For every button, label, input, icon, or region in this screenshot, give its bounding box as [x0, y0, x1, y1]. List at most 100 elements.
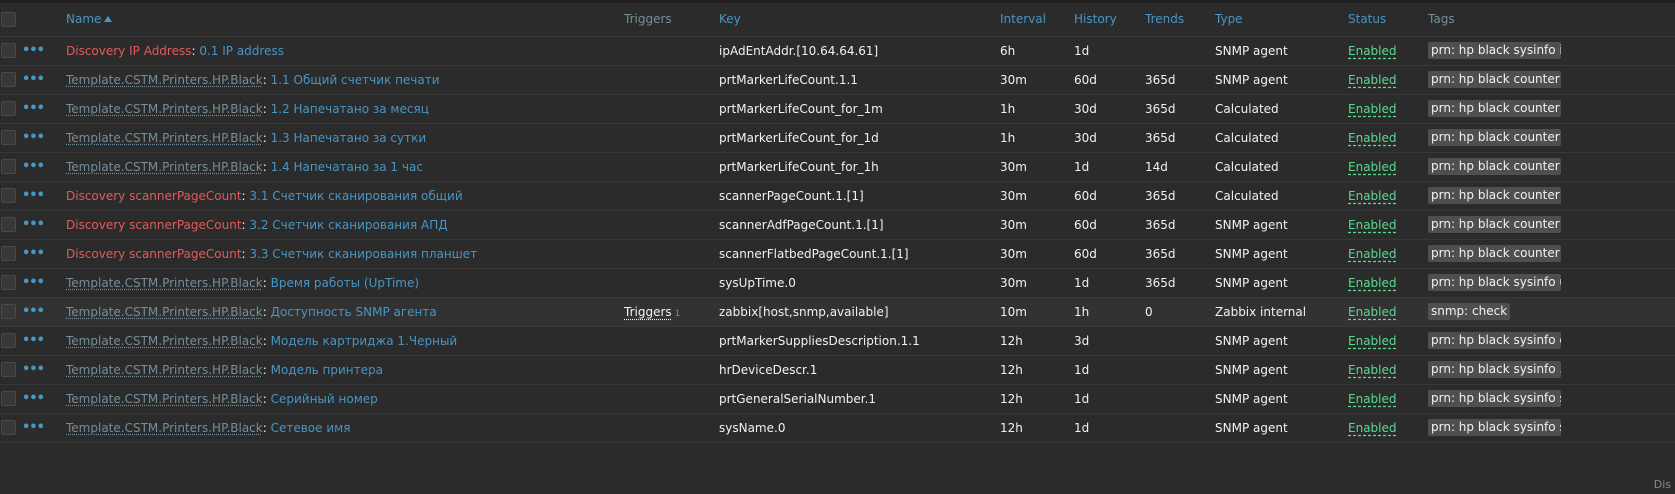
tag-badge[interactable]: prn: hp black counter [1428, 71, 1561, 88]
header-key[interactable]: Key [719, 3, 1000, 36]
table-row[interactable]: ••• Discovery scannerPageCount: 3.2 Счетч… [0, 210, 1675, 239]
table-row[interactable]: ••• Template.CSTM.Printers.HP.Black: Сери… [0, 384, 1675, 413]
row-select-cell[interactable] [0, 384, 22, 413]
tag-badge[interactable]: prn: hp black sysinfo ... [1428, 361, 1561, 378]
table-row[interactable]: ••• Template.CSTM.Printers.HP.Black: 1.4 … [0, 152, 1675, 181]
more-actions-icon[interactable]: ••• [22, 217, 45, 232]
item-name-link[interactable]: Время работы (UpTime) [271, 276, 419, 290]
tag-badge[interactable]: prn: hp black counter ... [1428, 245, 1561, 262]
status-toggle-link[interactable]: Enabled [1348, 363, 1397, 377]
table-row[interactable]: ••• Discovery scannerPageCount: 3.3 Счетч… [0, 239, 1675, 268]
row-select-cell[interactable] [0, 65, 22, 94]
item-name-link[interactable]: Доступность SNMP агента [271, 305, 437, 319]
item-name-link[interactable]: Сетевое имя [271, 421, 351, 435]
status-toggle-link[interactable]: Enabled [1348, 189, 1397, 203]
row-actions-cell[interactable]: ••• [22, 123, 66, 152]
row-select-cell[interactable] [0, 297, 22, 326]
tag-badge[interactable]: prn: hp black counter [1428, 100, 1561, 117]
row-actions-cell[interactable]: ••• [22, 94, 66, 123]
row-select-cell[interactable] [0, 152, 22, 181]
tag-badge[interactable]: prn: hp black counter ... [1428, 216, 1561, 233]
item-name-link[interactable]: 1.3 Напечатано за сутки [271, 131, 427, 145]
item-name-link[interactable]: 3.3 Счетчик сканирования планшет [249, 247, 477, 261]
row-actions-cell[interactable]: ••• [22, 181, 66, 210]
tag-badge[interactable]: prn: hp black sysinfo c... [1428, 332, 1561, 349]
more-actions-icon[interactable]: ••• [22, 362, 45, 377]
header-trends[interactable]: Trends [1145, 3, 1215, 36]
item-source-link[interactable]: Template.CSTM.Printers.HP.Black [66, 334, 263, 348]
row-actions-cell[interactable]: ••• [22, 326, 66, 355]
row-actions-cell[interactable]: ••• [22, 413, 66, 442]
row-select-cell[interactable] [0, 210, 22, 239]
more-actions-icon[interactable]: ••• [22, 101, 45, 116]
item-source-link[interactable]: Discovery IP Address [66, 44, 191, 58]
item-name-link[interactable]: 3.2 Счетчик сканирования АПД [249, 218, 447, 232]
header-select-all[interactable] [0, 3, 22, 36]
table-row[interactable]: ••• Template.CSTM.Printers.HP.Black: 1.2 … [0, 94, 1675, 123]
tag-badge[interactable]: prn: hp black sysinfo ip [1428, 42, 1561, 59]
more-actions-icon[interactable]: ••• [22, 43, 45, 58]
item-source-link[interactable]: Template.CSTM.Printers.HP.Black [66, 305, 263, 319]
row-checkbox[interactable] [1, 362, 16, 377]
row-actions-cell[interactable]: ••• [22, 384, 66, 413]
row-select-cell[interactable] [0, 123, 22, 152]
row-checkbox[interactable] [1, 188, 16, 203]
row-select-cell[interactable] [0, 326, 22, 355]
status-toggle-link[interactable]: Enabled [1348, 73, 1397, 87]
row-select-cell[interactable] [0, 268, 22, 297]
row-checkbox[interactable] [1, 275, 16, 290]
more-actions-icon[interactable]: ••• [22, 275, 45, 290]
table-row[interactable]: ••• Template.CSTM.Printers.HP.Black: Моде… [0, 355, 1675, 384]
item-name-link[interactable]: Серийный номер [271, 392, 378, 406]
item-source-link[interactable]: Template.CSTM.Printers.HP.Black [66, 276, 263, 290]
item-name-link[interactable]: 1.2 Напечатано за месяц [271, 102, 429, 116]
row-checkbox[interactable] [1, 159, 16, 174]
item-source-link[interactable]: Template.CSTM.Printers.HP.Black [66, 131, 263, 145]
status-toggle-link[interactable]: Enabled [1348, 102, 1397, 116]
more-actions-icon[interactable]: ••• [22, 72, 45, 87]
table-row[interactable]: ••• Discovery scannerPageCount: 3.1 Счетч… [0, 181, 1675, 210]
item-source-link[interactable]: Discovery scannerPageCount [66, 218, 242, 232]
triggers-link[interactable]: Triggers [624, 305, 672, 319]
item-source-link[interactable]: Template.CSTM.Printers.HP.Black [66, 421, 263, 435]
tag-badge[interactable]: prn: hp black counter ... [1428, 187, 1561, 204]
item-name-link[interactable]: 1.1 Общий счетчик печати [271, 73, 440, 87]
row-actions-cell[interactable]: ••• [22, 268, 66, 297]
row-checkbox[interactable] [1, 246, 16, 261]
row-checkbox[interactable] [1, 333, 16, 348]
row-select-cell[interactable] [0, 355, 22, 384]
more-actions-icon[interactable]: ••• [22, 304, 45, 319]
item-name-link[interactable]: 1.4 Напечатано за 1 час [271, 160, 423, 174]
item-source-link[interactable]: Template.CSTM.Printers.HP.Black [66, 73, 263, 87]
row-select-cell[interactable] [0, 239, 22, 268]
row-checkbox[interactable] [1, 72, 16, 87]
tag-badge[interactable]: snmp: check [1428, 303, 1511, 320]
more-actions-icon[interactable]: ••• [22, 130, 45, 145]
row-actions-cell[interactable]: ••• [22, 36, 66, 65]
more-actions-icon[interactable]: ••• [22, 333, 45, 348]
row-select-cell[interactable] [0, 36, 22, 65]
row-select-cell[interactable] [0, 94, 22, 123]
tag-badge[interactable]: prn: hp black sysinfo u... [1428, 274, 1561, 291]
more-actions-icon[interactable]: ••• [22, 420, 45, 435]
status-toggle-link[interactable]: Enabled [1348, 305, 1397, 319]
item-source-link[interactable]: Template.CSTM.Printers.HP.Black [66, 160, 263, 174]
row-checkbox[interactable] [1, 101, 16, 116]
row-checkbox[interactable] [1, 43, 16, 58]
header-status[interactable]: Status [1348, 3, 1428, 36]
row-select-cell[interactable] [0, 413, 22, 442]
status-toggle-link[interactable]: Enabled [1348, 421, 1397, 435]
header-history[interactable]: History [1074, 3, 1145, 36]
row-actions-cell[interactable]: ••• [22, 210, 66, 239]
row-checkbox[interactable] [1, 130, 16, 145]
table-row[interactable]: ••• Discovery IP Address: 0.1 IP address i… [0, 36, 1675, 65]
table-row[interactable]: ••• Template.CSTM.Printers.HP.Black: Врем… [0, 268, 1675, 297]
table-row[interactable]: ••• Template.CSTM.Printers.HP.Black: 1.3 … [0, 123, 1675, 152]
row-actions-cell[interactable]: ••• [22, 65, 66, 94]
more-actions-icon[interactable]: ••• [22, 246, 45, 261]
tag-badge[interactable]: prn: hp black counter [1428, 129, 1561, 146]
table-row[interactable]: ••• Template.CSTM.Printers.HP.Black: 1.1 … [0, 65, 1675, 94]
tag-badge[interactable]: prn: hp black counter [1428, 158, 1561, 175]
more-actions-icon[interactable]: ••• [22, 391, 45, 406]
status-toggle-link[interactable]: Enabled [1348, 334, 1397, 348]
